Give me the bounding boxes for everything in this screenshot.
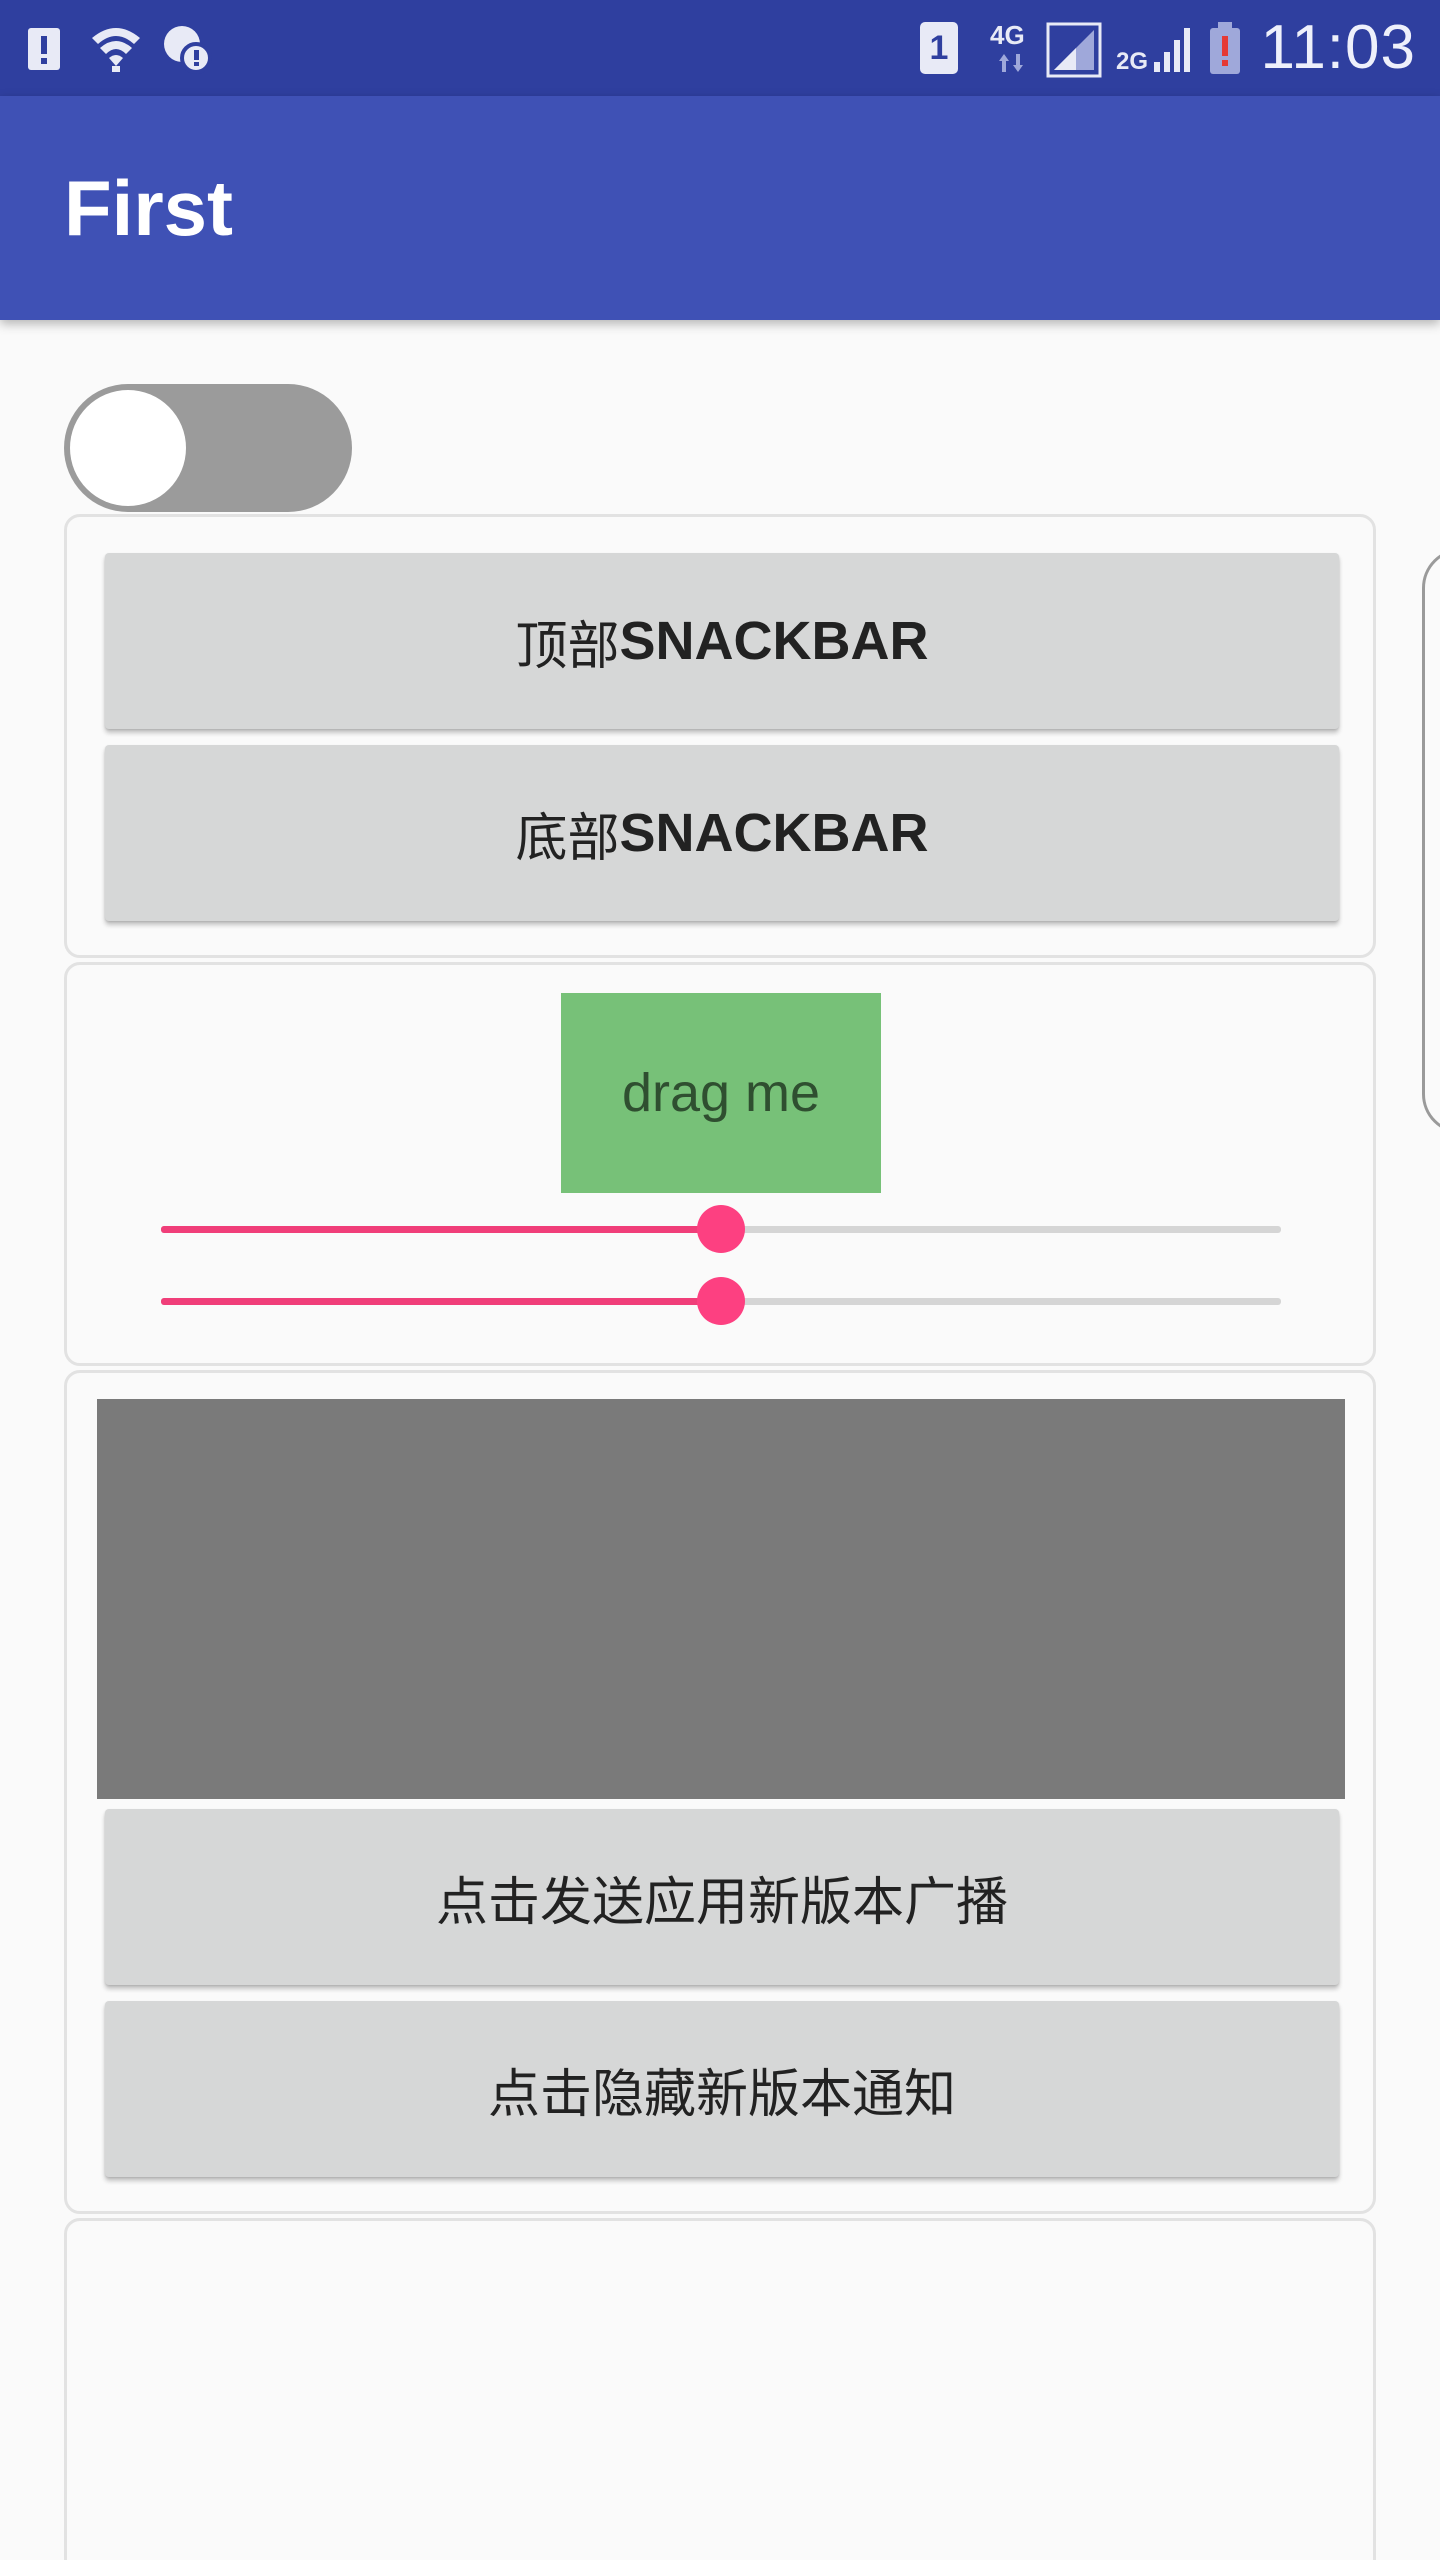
- top-snackbar-label-en: SNACKBAR: [619, 611, 929, 671]
- app-screen: 1 4G 2G 11:03 First 顶部 SNACKBAR 底部 SNACK…: [0, 0, 1440, 2560]
- sim-1-icon: 1: [920, 22, 958, 74]
- toggle-switch[interactable]: [64, 384, 352, 512]
- drag-me-label: drag me: [621, 1063, 821, 1123]
- clock: 11:03: [1260, 13, 1416, 82]
- page-title: First: [64, 164, 234, 252]
- slider-2[interactable]: [161, 1271, 1281, 1331]
- data-arrows-icon: [999, 54, 1023, 72]
- status-bar: 1 4G 2G 11:03: [0, 0, 1440, 96]
- bottom-snackbar-button[interactable]: 底部 SNACKBAR: [105, 745, 1339, 921]
- slider-2-fill: [161, 1298, 721, 1305]
- app-bar: First: [0, 96, 1440, 320]
- slider-1[interactable]: [161, 1199, 1281, 1259]
- send-broadcast-button[interactable]: 点击发送应用新版本广播: [105, 1809, 1339, 1985]
- slider-1-fill: [161, 1226, 721, 1233]
- top-snackbar-button[interactable]: 顶部 SNACKBAR: [105, 553, 1339, 729]
- hide-notification-label: 点击隐藏新版本通知: [487, 2064, 956, 2125]
- signal-2g-icon: 2G: [1116, 26, 1196, 76]
- slider-2-thumb[interactable]: [697, 1277, 745, 1325]
- bottom-snackbar-label-en: SNACKBAR: [619, 803, 929, 863]
- gray-panel: [97, 1399, 1345, 1799]
- top-snackbar-label-cn: 顶部: [515, 616, 620, 677]
- switch-thumb[interactable]: [70, 390, 186, 506]
- signal-icon: [1046, 22, 1102, 78]
- battery-low-icon: [1210, 22, 1240, 74]
- slider-1-thumb[interactable]: [697, 1205, 745, 1253]
- send-broadcast-label: 点击发送应用新版本广播: [435, 1872, 1008, 1933]
- broadcast-card: 点击发送应用新版本广播 点击隐藏新版本通知: [64, 1370, 1376, 2214]
- hide-notification-button[interactable]: 点击隐藏新版本通知: [105, 2001, 1339, 2177]
- bottom-snackbar-label-cn: 底部: [515, 808, 620, 869]
- network-4g-indicator: 4G: [990, 20, 1034, 76]
- snackbar-card: 顶部 SNACKBAR 底部 SNACKBAR: [64, 514, 1376, 958]
- wifi-icon: [92, 28, 140, 72]
- alert-icon: [28, 28, 60, 70]
- drag-me-box[interactable]: drag me: [561, 993, 881, 1193]
- location-alert-icon: [164, 26, 212, 74]
- empty-card: [64, 2218, 1376, 2560]
- offscreen-card-edge: [1422, 548, 1440, 1134]
- drag-card: drag me: [64, 962, 1376, 1366]
